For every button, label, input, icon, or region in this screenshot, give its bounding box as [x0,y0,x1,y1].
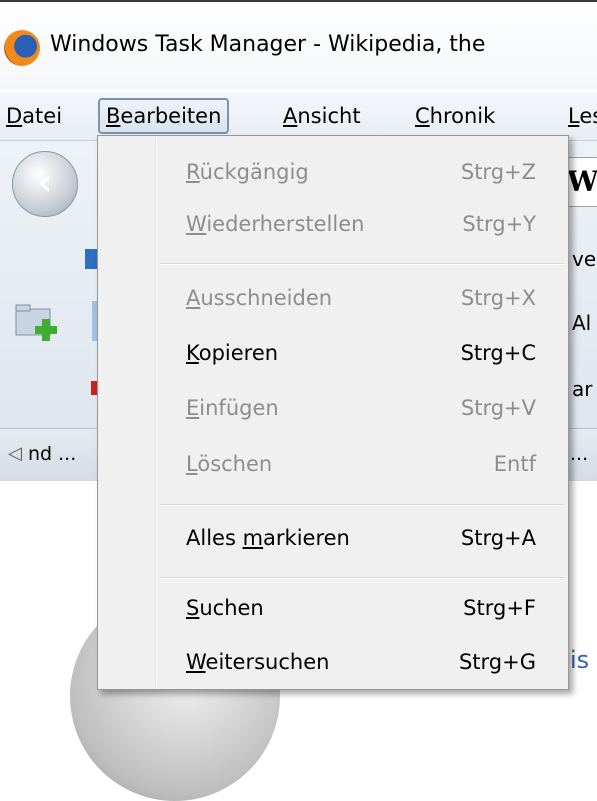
menu-datei[interactable]: Datei [6,104,62,128]
menu-item-label: Rückgängig [186,160,309,184]
address-text: W [567,165,597,198]
toolbar-text-3: ar [572,377,593,401]
menu-item-shortcut: Strg+Z [460,160,536,184]
menu-item-label: Ausschneiden [186,286,333,310]
menu-item-label: Weitersuchen [186,650,330,674]
edit-menu: Rückgängig Strg+Z Wiederherstellen Strg+… [97,135,569,690]
menu-item-find-next[interactable]: Weitersuchen Strg+G [186,650,536,690]
menu-item-label: Kopieren [186,341,279,365]
tab-1[interactable]: nd ... [28,443,76,465]
window-title: Windows Task Manager - Wikipedia, the [50,32,486,57]
scroll-left-icon[interactable]: ◁ [8,443,22,464]
menu-bearbeiten[interactable]: Bearbeiten [98,98,230,134]
toolbar-text-1: ve [572,247,597,271]
menu-item-find[interactable]: Suchen Strg+F [186,596,536,636]
menu-chronik[interactable]: Chronik [415,104,495,128]
menu-separator [160,504,564,506]
back-button[interactable]: ‹ [12,151,78,217]
menu-ansicht[interactable]: Ansicht [283,104,361,128]
menu-item-redo[interactable]: Wiederherstellen Strg+Y [186,212,536,252]
menu-item-label: Suchen [186,596,264,620]
menu-item-shortcut: Entf [493,452,536,476]
menu-gutter [155,138,157,687]
menu-item-undo[interactable]: Rückgängig Strg+Z [186,160,536,200]
menu-item-shortcut: Strg+A [460,526,536,550]
menu-item-cut[interactable]: Ausschneiden Strg+X [186,286,536,326]
menu-item-label: Alles markieren [186,526,350,550]
menu-separator [160,577,564,579]
menu-item-paste[interactable]: Einfügen Strg+V [186,396,536,436]
menu-item-copy[interactable]: Kopieren Strg+C [186,341,536,381]
menu-item-shortcut: Strg+C [460,341,536,365]
menu-item-label: Wiederherstellen [186,212,365,236]
toolbar-text-2: Al [572,311,592,335]
content-text: is [570,646,590,674]
menu-item-shortcut: Strg+G [458,650,536,674]
window-titlebar: Windows Task Manager - Wikipedia, the [0,0,597,90]
menu-bar: Datei Bearbeiten Ansicht Chronik Les [0,92,597,141]
menu-item-shortcut: Strg+Y [462,212,536,236]
menu-lesezeichen[interactable]: Les [568,104,597,128]
menu-item-shortcut: Strg+X [460,286,536,310]
menu-item-shortcut: Strg+V [460,396,536,420]
firefox-icon [4,30,40,66]
menu-separator [160,263,564,265]
tab-2[interactable]: ... [570,443,588,465]
menu-item-shortcut: Strg+F [463,596,536,620]
menu-item-delete[interactable]: Löschen Entf [186,452,536,492]
menu-item-label: Einfügen [186,396,279,420]
menu-item-select-all[interactable]: Alles markieren Strg+A [186,526,536,566]
menu-item-label: Löschen [186,452,273,476]
add-folder-icon[interactable] [14,301,64,343]
